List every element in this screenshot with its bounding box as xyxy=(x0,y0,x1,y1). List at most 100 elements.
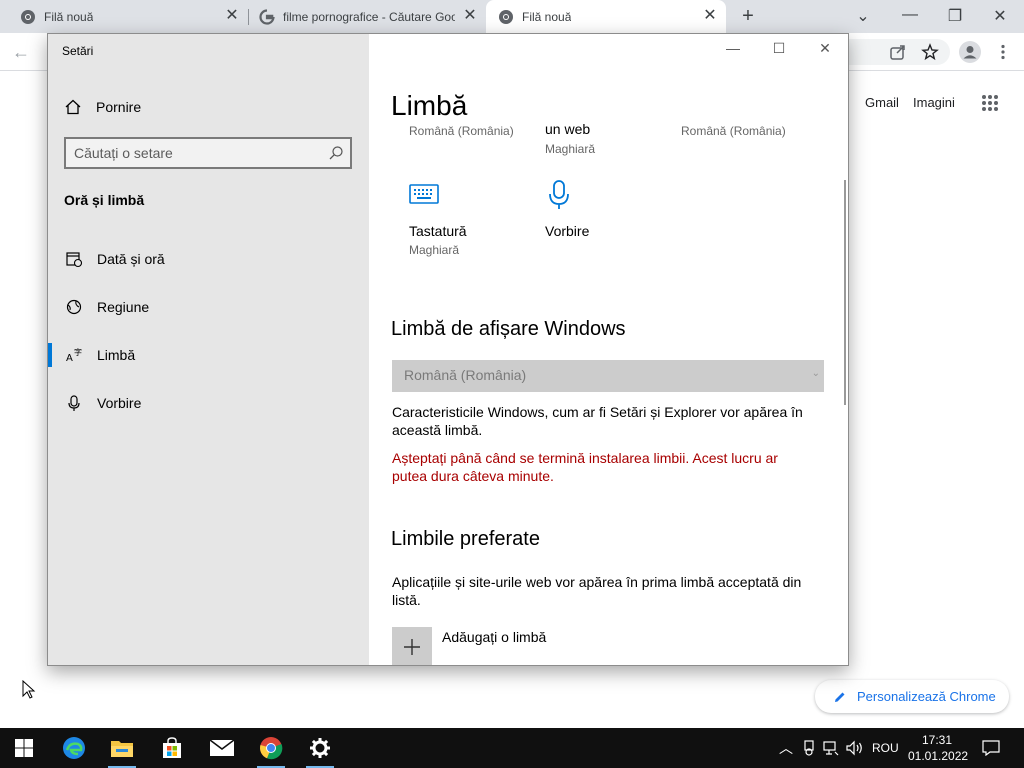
settings-maximize-icon[interactable]: ☐ xyxy=(767,40,791,57)
google-icon xyxy=(259,8,275,25)
new-tab-button[interactable]: + xyxy=(738,6,758,26)
close-tab-icon[interactable]: ✕ xyxy=(462,8,478,24)
plus-icon xyxy=(404,639,420,655)
windows-logo-icon xyxy=(15,739,33,757)
bookmark-star-icon[interactable] xyxy=(921,43,939,61)
region-globe-icon xyxy=(66,299,82,315)
chrome-tab-strip: Filă nouă ✕ filme pornografice - Căutare… xyxy=(0,0,1024,33)
taskbar-file-explorer[interactable] xyxy=(98,728,146,768)
close-window-icon[interactable]: ✕ xyxy=(990,6,1010,26)
tile-keyboard-sub: Maghiară xyxy=(409,243,460,257)
settings-window: Setări Pornire Căutați o setare Oră și l… xyxy=(47,33,849,666)
cut-tile-left-sub: Română (România) xyxy=(409,124,514,138)
tab-search-chevron-icon[interactable]: ⌄ xyxy=(853,6,873,26)
scrollbar[interactable] xyxy=(844,180,846,405)
taskbar-settings[interactable] xyxy=(296,728,344,768)
settings-sidebar: Setări Pornire Căutați o setare Oră și l… xyxy=(48,34,369,665)
windows-taskbar: ︿ ROU 17:31 01.01.2022 xyxy=(0,728,1024,768)
share-icon[interactable] xyxy=(889,43,907,61)
taskbar-edge[interactable] xyxy=(50,728,98,768)
language-icon: A字 xyxy=(66,347,82,364)
chrome-icon xyxy=(260,737,283,760)
mouse-pointer-icon xyxy=(22,680,36,699)
section-title: Oră și limbă xyxy=(64,192,145,208)
tab-title: Filă nouă xyxy=(44,9,94,24)
back-arrow-icon[interactable]: ← xyxy=(12,42,32,62)
mail-icon xyxy=(209,739,235,756)
images-link[interactable]: Imagini xyxy=(913,95,955,110)
settings-content: — ☐ ✕ Limbă Română (România) un web Magh… xyxy=(369,34,848,665)
gear-icon xyxy=(310,738,330,758)
nav-item-region[interactable]: Regiune xyxy=(48,287,369,327)
cut-tile-middle-name: un web xyxy=(545,121,591,137)
close-tab-icon[interactable]: ✕ xyxy=(224,8,240,24)
settings-minimize-icon[interactable]: — xyxy=(721,40,745,56)
close-tab-icon[interactable]: ✕ xyxy=(702,8,718,24)
google-apps-grid-icon[interactable] xyxy=(981,94,999,112)
selected-indicator xyxy=(48,343,52,367)
preferred-languages-heading: Limbile preferate xyxy=(391,528,540,550)
add-language-label[interactable]: Adăugați o limbă xyxy=(442,629,546,645)
volume-icon[interactable] xyxy=(846,740,864,756)
chrome-menu-icon[interactable] xyxy=(994,43,1012,61)
customize-chrome-label: Personalizează Chrome xyxy=(857,689,996,704)
pencil-icon xyxy=(835,692,845,702)
display-language-dropdown[interactable]: Română (România) ⌄ xyxy=(392,360,824,392)
nav-item-label: Dată și oră xyxy=(97,251,165,267)
nav-item-speech[interactable]: Vorbire xyxy=(48,383,369,423)
microphone-icon xyxy=(68,395,80,411)
settings-app-title: Setări xyxy=(62,44,94,58)
show-hidden-icons-chevron-icon[interactable]: ︿ xyxy=(778,738,794,758)
home-nav-item[interactable]: Pornire xyxy=(64,98,141,116)
settings-close-icon[interactable]: ✕ xyxy=(813,40,837,57)
restore-icon[interactable]: ❐ xyxy=(945,6,965,26)
clock-time: 17:31 xyxy=(921,733,953,747)
tile-keyboard-name[interactable]: Tastatură xyxy=(409,223,467,239)
start-button[interactable] xyxy=(0,728,48,768)
customize-chrome-button[interactable]: Personalizează Chrome xyxy=(815,680,1009,713)
folder-icon xyxy=(111,741,133,757)
tab-title: Filă nouă xyxy=(522,9,572,24)
taskbar-mail[interactable] xyxy=(198,728,246,768)
tab-new-tab-active[interactable]: Filă nouă ✕ xyxy=(486,0,726,33)
gmail-link[interactable]: Gmail xyxy=(865,95,899,110)
usb-device-icon[interactable] xyxy=(802,740,816,756)
nav-item-label: Vorbire xyxy=(97,395,142,411)
cut-tile-right-sub: Română (România) xyxy=(681,124,786,138)
keyboard-icon[interactable] xyxy=(409,184,439,204)
home-label: Pornire xyxy=(96,99,142,115)
search-placeholder: Căutați o setare xyxy=(74,145,173,161)
installation-warning: Așteptați până când se termină instalare… xyxy=(392,450,778,484)
display-language-heading: Limbă de afișare Windows xyxy=(391,318,626,340)
input-language-indicator[interactable]: ROU xyxy=(872,741,899,755)
cut-tile-middle-sub: Maghiară xyxy=(545,142,596,156)
svg-text:字: 字 xyxy=(74,347,82,357)
chevron-down-icon: ⌄ xyxy=(811,368,820,379)
home-icon xyxy=(65,99,81,115)
settings-search-input[interactable]: Căutați o setare xyxy=(64,137,352,169)
tile-speech-name[interactable]: Vorbire xyxy=(545,223,589,239)
nav-item-date-time[interactable]: Dată și oră xyxy=(48,239,369,279)
search-icon xyxy=(329,146,343,160)
chrome-icon xyxy=(21,9,35,24)
action-center-icon[interactable] xyxy=(982,740,1000,756)
svg-text:A: A xyxy=(66,353,73,364)
microphone-icon[interactable] xyxy=(547,179,571,211)
add-language-button[interactable] xyxy=(392,627,432,665)
tab-new-tab-1[interactable]: Filă nouă ✕ xyxy=(0,0,248,33)
store-bag-icon xyxy=(163,737,181,758)
dropdown-value: Română (România) xyxy=(404,367,527,383)
tab-title: filme pornografice - Căutare Google xyxy=(283,9,455,24)
taskbar-chrome[interactable] xyxy=(247,728,295,768)
tab-google-search[interactable]: filme pornografice - Căutare Google ✕ xyxy=(249,0,486,33)
nav-item-label: Limbă xyxy=(97,347,136,363)
network-icon[interactable] xyxy=(823,740,839,756)
minimize-icon[interactable]: — xyxy=(900,6,920,24)
system-tray: ︿ ROU xyxy=(778,728,899,768)
profile-avatar-icon[interactable] xyxy=(959,41,981,63)
nav-item-label: Regiune xyxy=(97,299,150,315)
taskbar-store[interactable] xyxy=(148,728,196,768)
nav-item-language[interactable]: A字 Limbă xyxy=(48,335,369,375)
taskbar-clock[interactable]: 17:31 01.01.2022 xyxy=(908,732,968,764)
edge-icon xyxy=(63,737,85,759)
